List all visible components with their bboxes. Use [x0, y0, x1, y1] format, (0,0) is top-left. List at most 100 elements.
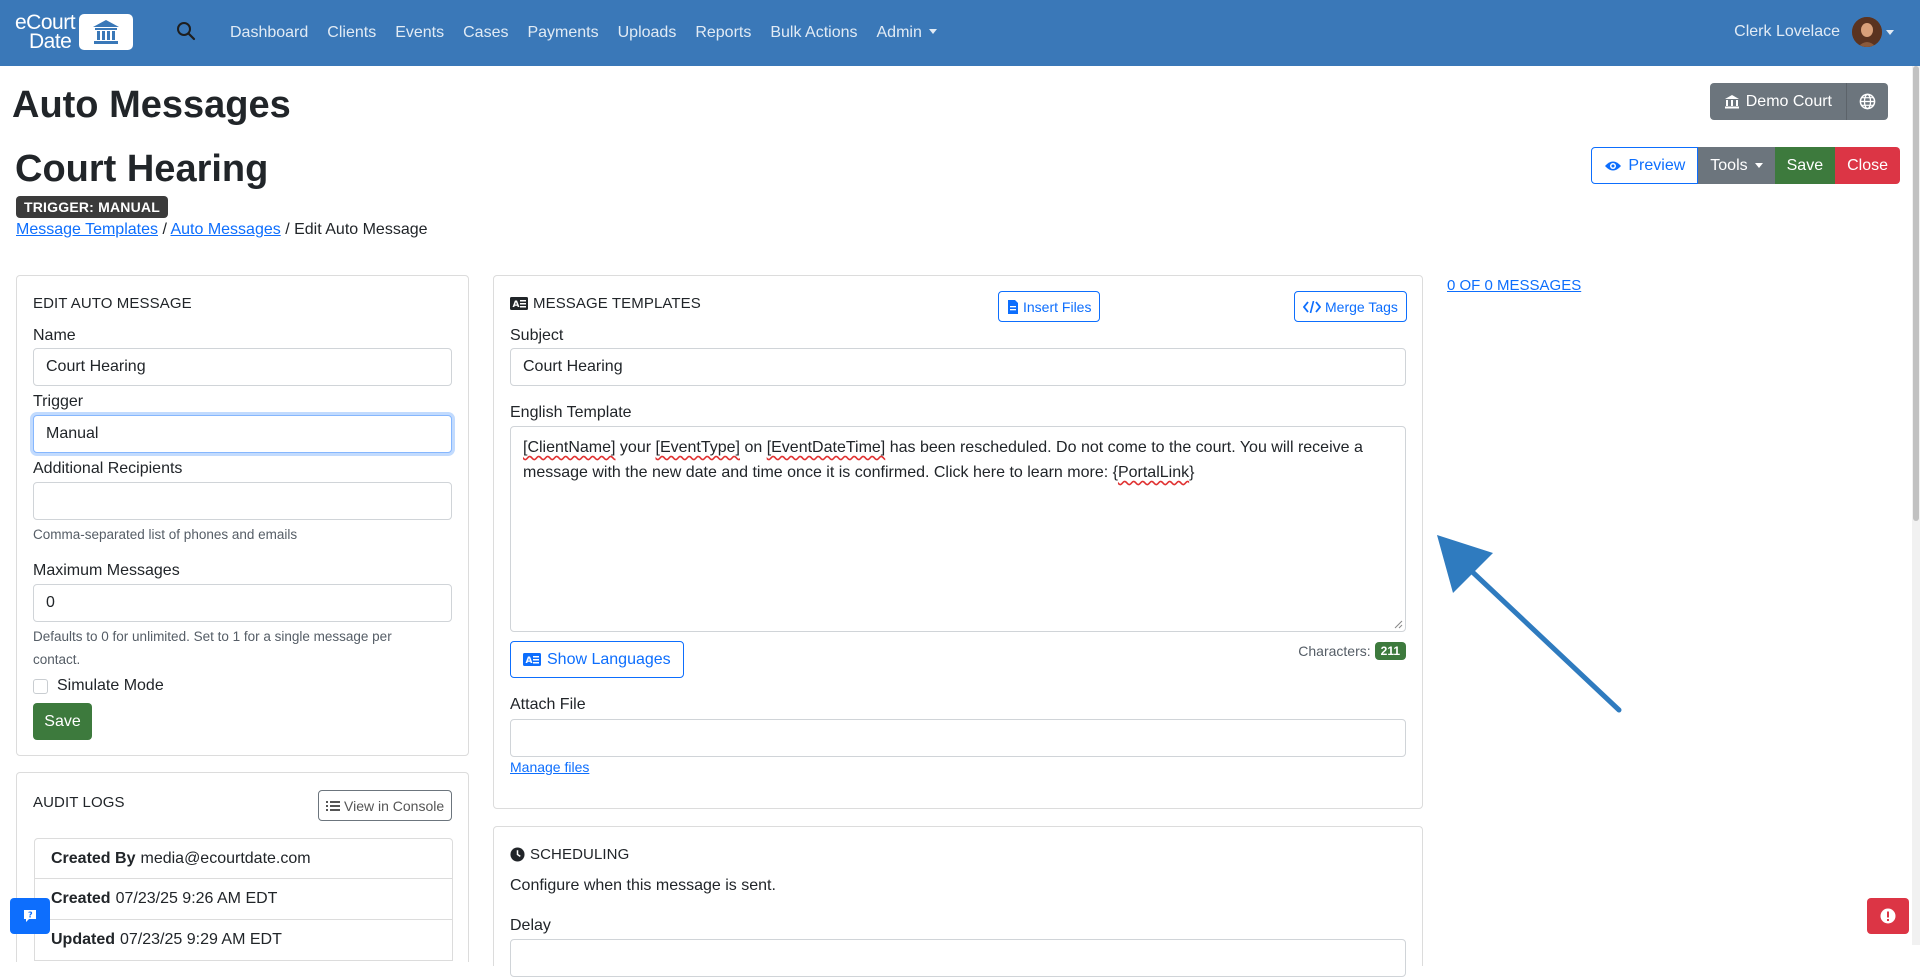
- bank-icon: [79, 14, 134, 50]
- view-in-console-label: View in Console: [344, 797, 445, 814]
- trigger-select[interactable]: Manual: [33, 415, 452, 453]
- tools-label: Tools: [1710, 156, 1748, 174]
- court-selector: Demo Court: [1709, 83, 1888, 120]
- record-title: Court Hearing: [15, 148, 269, 190]
- search-icon[interactable]: [176, 21, 196, 41]
- merge-tags-button[interactable]: Merge Tags: [1294, 291, 1407, 322]
- attach-file-input[interactable]: [510, 719, 1406, 757]
- preview-button[interactable]: Preview: [1591, 147, 1699, 184]
- chevron-down-icon: [1754, 163, 1763, 168]
- audit-row-label: Created By: [51, 849, 136, 867]
- additional-recipients-input[interactable]: [33, 482, 452, 520]
- characters-count-badge: 211: [1374, 642, 1406, 660]
- subject-input[interactable]: Court Hearing: [510, 348, 1406, 386]
- demo-court-label: Demo Court: [1745, 92, 1832, 110]
- card-title: EDIT AUTO MESSAGE: [33, 295, 192, 312]
- english-template-textarea[interactable]: [ClientName] your [EventType] on [EventD…: [510, 426, 1406, 632]
- view-in-console-button[interactable]: View in Console: [318, 790, 453, 821]
- close-button[interactable]: Close: [1835, 147, 1900, 184]
- breadcrumb-current: Edit Auto Message: [294, 221, 428, 238]
- save-button[interactable]: Save: [1774, 147, 1836, 184]
- avatar: [1852, 17, 1882, 47]
- list-icon: [326, 800, 340, 811]
- language-icon: A: [510, 297, 528, 310]
- english-template-label: English Template: [510, 404, 632, 421]
- globe-icon: [1859, 93, 1876, 110]
- audit-row-value: 07/23/25 9:26 AM EDT: [115, 890, 278, 907]
- trigger-label: Trigger: [33, 393, 84, 410]
- show-languages-button[interactable]: A Show Languages: [510, 641, 684, 678]
- messages-count-link[interactable]: 0 OF 0 MESSAGES: [1447, 277, 1581, 294]
- chat-icon: ?: [24, 910, 36, 922]
- audit-row-value: 07/23/25 9:29 AM EDT: [120, 931, 282, 948]
- audit-row-label: Created: [51, 890, 111, 907]
- nav-events[interactable]: Events: [395, 24, 444, 42]
- card-header: SCHEDULING: [510, 846, 629, 863]
- attach-file-label: Attach File: [510, 696, 586, 713]
- merge-tags-label: Merge Tags: [1325, 298, 1398, 315]
- main-nav: Dashboard Clients Events Cases Payments …: [230, 0, 956, 66]
- nav-payments[interactable]: Payments: [527, 24, 598, 42]
- nav-bulk-actions[interactable]: Bulk Actions: [770, 24, 857, 42]
- page-scrollbar[interactable]: [1912, 66, 1920, 945]
- preview-label: Preview: [1628, 156, 1686, 174]
- template-text: }: [1189, 464, 1195, 481]
- max-messages-input[interactable]: 0: [33, 584, 452, 622]
- name-input[interactable]: Court Hearing: [33, 348, 452, 386]
- audit-row-value: media@ecourtdate.com: [140, 849, 311, 867]
- breadcrumb: Message Templates / Auto Messages / Edit…: [16, 221, 428, 239]
- card-title: AUDIT LOGS: [33, 794, 125, 811]
- brand-line-2: Date: [29, 30, 72, 53]
- insert-files-label: Insert Files: [1023, 298, 1092, 315]
- characters-label: Characters:: [1298, 643, 1371, 659]
- nav-clients[interactable]: Clients: [327, 24, 376, 42]
- save-button[interactable]: Save: [33, 703, 92, 740]
- bank-icon: [1724, 95, 1739, 109]
- insert-files-button[interactable]: Insert Files: [998, 291, 1101, 322]
- scrollbar-thumb[interactable]: [1913, 66, 1919, 521]
- max-messages-label: Maximum Messages: [33, 562, 180, 579]
- chevron-down-icon: [928, 29, 937, 34]
- resize-handle-icon[interactable]: [1393, 619, 1403, 629]
- nav-reports[interactable]: Reports: [695, 24, 751, 42]
- simulate-mode-label: Simulate Mode: [57, 677, 164, 694]
- user-name: Clerk Lovelace: [1734, 23, 1840, 40]
- breadcrumb-auto-messages[interactable]: Auto Messages: [170, 221, 280, 238]
- chevron-down-icon: [1886, 29, 1894, 35]
- recipients-label: Additional Recipients: [33, 460, 183, 477]
- character-count: Characters: 211: [1298, 642, 1406, 660]
- audit-row: Created 07/23/25 9:26 AM EDT: [34, 879, 453, 920]
- breadcrumb-message-templates[interactable]: Message Templates: [16, 221, 158, 238]
- file-icon: [1008, 299, 1018, 314]
- scheduling-card: SCHEDULING Configure when this message i…: [493, 826, 1423, 977]
- template-text: on: [740, 439, 767, 456]
- nav-admin-dropdown[interactable]: Admin: [877, 24, 937, 42]
- eye-icon: [1605, 161, 1622, 170]
- brand-logo[interactable]: eCourt Date: [15, 10, 134, 54]
- card-title: SCHEDULING: [530, 846, 630, 863]
- scheduling-description: Configure when this message is sent.: [510, 877, 776, 894]
- top-navbar: eCourt Date Dashboard Clients Events Cas…: [0, 0, 1920, 66]
- tools-dropdown-button[interactable]: Tools: [1698, 147, 1775, 184]
- user-menu[interactable]: Clerk Lovelace: [1734, 17, 1894, 47]
- card-title: MESSAGE TEMPLATES: [533, 295, 701, 312]
- simulate-mode-checkbox[interactable]: [33, 679, 48, 694]
- nav-cases[interactable]: Cases: [463, 24, 508, 42]
- recipients-help: Comma-separated list of phones and email…: [33, 527, 298, 542]
- merge-tag-text: [EventType]: [655, 439, 741, 456]
- subject-label: Subject: [510, 327, 564, 344]
- breadcrumb-separator: /: [162, 221, 167, 238]
- demo-court-button[interactable]: Demo Court: [1709, 83, 1846, 120]
- template-text: your: [615, 439, 656, 456]
- max-messages-help-line1: Defaults to 0 for unlimited. Set to 1 fo…: [33, 629, 392, 644]
- nav-uploads[interactable]: Uploads: [618, 24, 677, 42]
- nav-dashboard[interactable]: Dashboard: [230, 24, 308, 42]
- manage-files-link[interactable]: Manage files: [510, 759, 589, 775]
- arrow-annotation: [1437, 535, 1622, 713]
- svg-text:?: ?: [28, 911, 33, 920]
- globe-button[interactable]: [1846, 83, 1888, 120]
- alert-button[interactable]: [1867, 898, 1909, 934]
- chat-button[interactable]: ?: [10, 898, 50, 934]
- svg-text:A: A: [513, 300, 520, 310]
- alert-icon: [1880, 908, 1896, 924]
